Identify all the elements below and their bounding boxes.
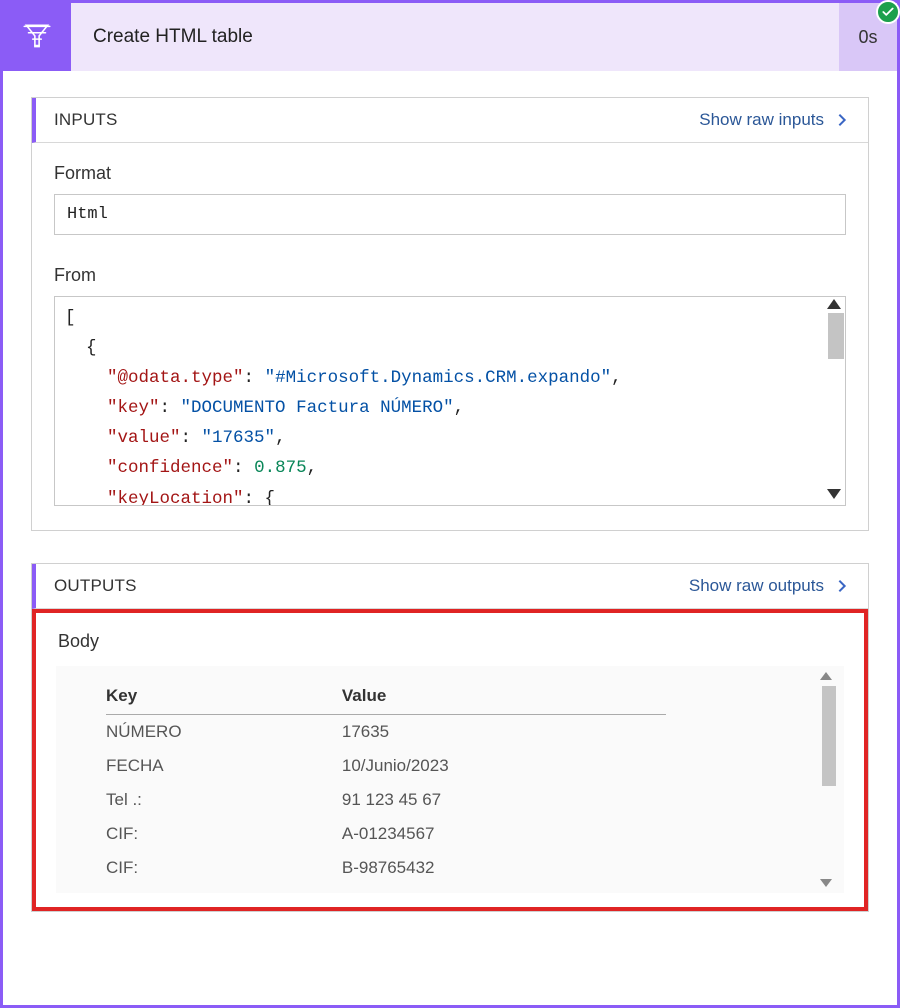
- outputs-title: OUTPUTS: [54, 576, 137, 596]
- scroll-down-icon[interactable]: [820, 879, 832, 887]
- outputs-panel: OUTPUTS Show raw outputs Body Key Value: [31, 563, 869, 912]
- format-label: Format: [54, 163, 846, 184]
- body-output-viewer[interactable]: Key Value NÚMERO17635FECHA10/Junio/2023T…: [56, 666, 844, 893]
- inputs-title: INPUTS: [54, 110, 118, 130]
- scroll-thumb[interactable]: [828, 313, 844, 359]
- body-label: Body: [58, 631, 844, 652]
- table-row: FECHA10/Junio/2023: [106, 749, 666, 783]
- chevron-right-icon: [834, 578, 850, 594]
- chevron-right-icon: [834, 112, 850, 128]
- scroll-up-icon[interactable]: [820, 672, 832, 680]
- cell-value: B-98765432: [342, 851, 666, 885]
- col-key: Key: [106, 680, 342, 715]
- inputs-panel: INPUTS Show raw inputs Format Html From …: [31, 97, 869, 531]
- table-header-row: Key Value: [106, 680, 666, 715]
- filter-icon: [3, 3, 71, 71]
- inputs-panel-header: INPUTS Show raw inputs: [32, 98, 868, 143]
- cell-key: CIF:: [106, 817, 342, 851]
- col-value: Value: [342, 680, 666, 715]
- cell-key: Tel .:: [106, 783, 342, 817]
- from-json-viewer[interactable]: [ { "@odata.type": "#Microsoft.Dynamics.…: [54, 296, 846, 506]
- cell-value: 91 123 45 67: [342, 783, 666, 817]
- output-table: Key Value NÚMERO17635FECHA10/Junio/2023T…: [106, 680, 666, 885]
- cell-value: 17635: [342, 715, 666, 750]
- scroll-down-icon[interactable]: [827, 489, 841, 499]
- cell-value: 10/Junio/2023: [342, 749, 666, 783]
- outputs-panel-header: OUTPUTS Show raw outputs: [32, 564, 868, 609]
- table-row: CIF:A-01234567: [106, 817, 666, 851]
- from-label: From: [54, 265, 846, 286]
- scroll-thumb[interactable]: [822, 686, 836, 786]
- show-raw-outputs-link[interactable]: Show raw outputs: [689, 576, 850, 596]
- cell-key: NÚMERO: [106, 715, 342, 750]
- show-raw-inputs-label: Show raw inputs: [699, 110, 824, 130]
- body-highlight-box: Body Key Value NÚMERO17635FECHA10/Junio/…: [32, 609, 868, 911]
- format-value: Html: [54, 194, 846, 235]
- show-raw-outputs-label: Show raw outputs: [689, 576, 824, 596]
- cell-key: FECHA: [106, 749, 342, 783]
- action-title: Create HTML table: [71, 3, 839, 71]
- table-row: Tel .:91 123 45 67: [106, 783, 666, 817]
- show-raw-inputs-link[interactable]: Show raw inputs: [699, 110, 850, 130]
- table-row: CIF:B-98765432: [106, 851, 666, 885]
- table-row: NÚMERO17635: [106, 715, 666, 750]
- success-badge: [876, 0, 900, 24]
- cell-key: CIF:: [106, 851, 342, 885]
- scroll-up-icon[interactable]: [827, 299, 841, 309]
- cell-value: A-01234567: [342, 817, 666, 851]
- action-header: Create HTML table 0s: [3, 3, 897, 71]
